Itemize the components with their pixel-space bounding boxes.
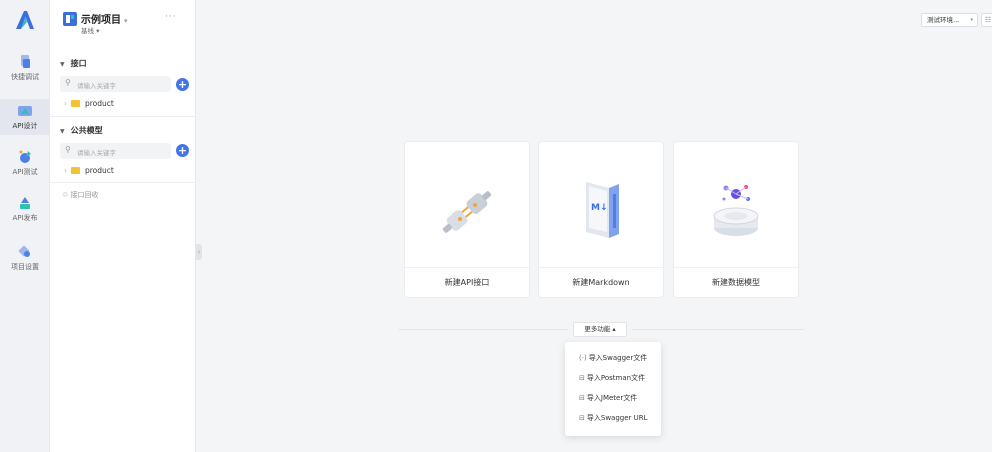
- left-rail: 快捷调试 API设计 API测试 API发布 项目设置: [0, 0, 50, 452]
- tree-folder-product[interactable]: › product: [64, 99, 114, 108]
- rail-item-api-publish[interactable]: API发布: [0, 191, 50, 227]
- menu-item-label: 导入Swagger文件: [588, 354, 648, 362]
- rail-label: 快捷调试: [11, 73, 39, 81]
- api-publish-icon: [20, 197, 30, 209]
- section-title: 接口: [70, 59, 87, 68]
- search-placeholder: 请输入关键字: [77, 82, 116, 90]
- quick-debug-icon: [21, 55, 30, 68]
- more-features-menu: (·) 导入Swagger文件 ⊟ 导入Postman文件 ⊟ 导入JMeter文件 …: [565, 342, 661, 436]
- card-label: 新建API接口: [405, 267, 529, 297]
- environment-value: 测试环境...: [927, 16, 960, 24]
- search-icon: ⚲: [65, 145, 71, 154]
- data-model-icon: [713, 185, 759, 236]
- folder-icon: [71, 167, 80, 174]
- api-design-icon: [18, 106, 32, 116]
- project-title[interactable]: 示例项目 ▾: [81, 11, 128, 26]
- add-interface-button[interactable]: +: [176, 78, 189, 91]
- chevron-right-icon: ›: [64, 166, 67, 175]
- rail-item-api-test[interactable]: API测试: [0, 145, 50, 181]
- project-more-button[interactable]: ···: [165, 12, 177, 22]
- sidebar: 示例项目 ▾ 基线 ▾ ··· ▼ 接口 ⚲ 请输入关键字 + › product ▼…: [50, 0, 196, 452]
- collapse-triangle-icon: ▼: [60, 128, 65, 135]
- swagger-icon: (·): [579, 354, 587, 362]
- import-file-icon: ⊟: [579, 414, 585, 422]
- menu-item-label: 导入Swagger URL: [586, 414, 648, 422]
- rail-item-quick-debug[interactable]: 快捷调试: [0, 50, 50, 86]
- section-title: 公共模型: [70, 126, 103, 135]
- menu-item-label: 导入Postman文件: [586, 374, 646, 382]
- more-features-button[interactable]: 更多功能 ▴: [573, 322, 627, 337]
- new-markdown-card[interactable]: M↓ 新建Markdown: [538, 141, 664, 298]
- rail-label: API设计: [12, 122, 38, 130]
- new-api-card[interactable]: 新建API接口: [404, 141, 530, 298]
- recycle-icon: ♲: [62, 191, 71, 199]
- search-icon: ⚲: [65, 78, 71, 87]
- interface-search-input[interactable]: ⚲ 请输入关键字: [60, 76, 171, 92]
- rail-label: API发布: [12, 214, 38, 222]
- branch-selector[interactable]: 基线 ▾: [81, 25, 99, 35]
- rail-label: 项目设置: [11, 263, 39, 271]
- menu-item-import-postman-file[interactable]: ⊟ 导入Postman文件: [579, 373, 645, 383]
- svg-text:M↓: M↓: [591, 203, 608, 213]
- folder-label: product: [85, 99, 114, 108]
- collapse-triangle-icon: ▼: [60, 61, 65, 68]
- chevron-down-icon: ▾: [970, 17, 973, 23]
- rail-item-api-design[interactable]: API设计: [0, 99, 50, 135]
- add-model-button[interactable]: +: [176, 144, 189, 157]
- api-plug-icon: [442, 191, 492, 233]
- new-data-model-card[interactable]: 新建数据模型: [673, 141, 799, 298]
- project-caret-icon: ▾: [124, 17, 128, 25]
- divider: [398, 329, 568, 330]
- search-placeholder: 请输入关键字: [77, 149, 116, 157]
- tree-folder-product[interactable]: › product: [64, 166, 114, 175]
- import-file-icon: ⊟: [579, 374, 585, 382]
- environment-settings-button[interactable]: ☷: [981, 13, 992, 27]
- menu-item-label: 导入JMeter文件: [586, 394, 638, 402]
- environment-select[interactable]: 测试环境... ▾: [921, 13, 978, 27]
- model-search-input[interactable]: ⚲ 请输入关键字: [60, 143, 171, 159]
- markdown-book-icon: M↓: [586, 182, 619, 238]
- card-label: 新建Markdown: [539, 267, 663, 297]
- recycle-label: 接口回收: [70, 191, 99, 199]
- sidebar-collapse-handle[interactable]: ‹: [196, 244, 202, 260]
- divider: [50, 116, 196, 117]
- rail-label: API测试: [12, 168, 38, 176]
- chevron-right-icon: ›: [64, 99, 67, 108]
- divider: [632, 329, 804, 330]
- folder-icon: [71, 100, 80, 107]
- menu-item-import-jmeter-file[interactable]: ⊟ 导入JMeter文件: [579, 393, 637, 403]
- project-settings-icon: [18, 245, 30, 257]
- api-test-icon: [19, 150, 31, 163]
- project-icon: [63, 12, 77, 26]
- menu-item-import-swagger-file[interactable]: (·) 导入Swagger文件: [579, 353, 647, 363]
- section-models-header[interactable]: ▼ 公共模型: [60, 125, 103, 136]
- folder-label: product: [85, 166, 114, 175]
- app-logo-icon[interactable]: [13, 8, 37, 32]
- divider: [50, 182, 196, 183]
- rail-item-project-settings[interactable]: 项目设置: [0, 240, 50, 276]
- import-file-icon: ⊟: [579, 394, 585, 402]
- menu-item-import-swagger-url[interactable]: ⊟ 导入Swagger URL: [579, 413, 648, 423]
- recycle-bin-link[interactable]: ♲ 接口回收: [62, 190, 99, 200]
- card-label: 新建数据模型: [674, 267, 798, 297]
- section-interfaces-header[interactable]: ▼ 接口: [60, 58, 87, 69]
